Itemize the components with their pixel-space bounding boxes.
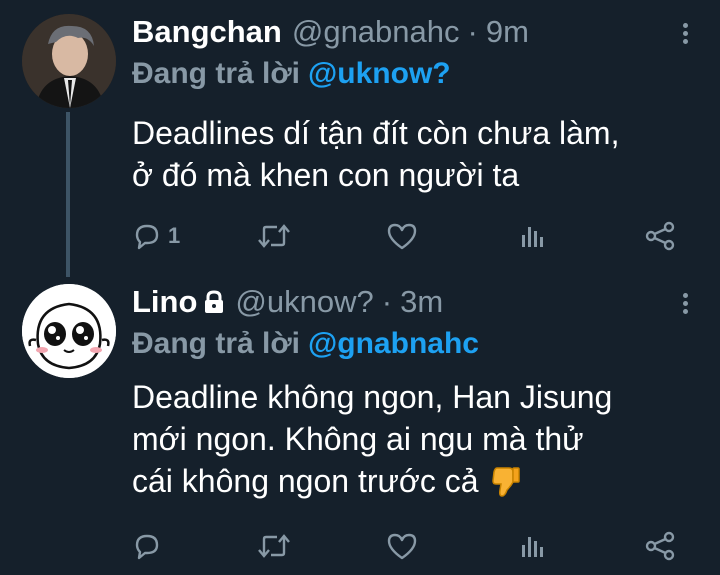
share-button[interactable] [644,218,676,254]
tweet-bangchan[interactable]: Bangchan @gnabnahc · 9m Đang trả lời @ukn… [0,0,720,270]
avatar[interactable] [22,284,116,378]
reply-icon [135,224,159,250]
mention-link[interactable]: @gnabnahc [308,327,479,360]
retweet-icon [258,534,290,558]
user-handle[interactable]: @uknow? [235,284,373,320]
replying-to-label: Đang trả lời [132,327,301,360]
action-bar [132,528,692,564]
like-icon [387,223,417,250]
like-button[interactable] [386,528,418,564]
reply-button[interactable] [132,528,168,564]
tweet-text-line: Deadline không ngon, Han Jisung [132,379,613,415]
replying-to: Đang trả lời @gnabnahc [132,327,479,361]
replying-to-label: Đang trả lời [132,57,301,90]
analytics-button[interactable] [517,528,547,564]
share-icon [645,221,675,251]
tweet-lino[interactable]: Lino @uknow? · 3m Đang trả lời @gnabnahc … [0,270,720,575]
analytics-icon [522,227,543,247]
timestamp[interactable]: 9m [486,14,529,50]
analytics-icon [522,537,543,557]
timestamp[interactable]: 3m [400,284,443,320]
reply-count: 1 [168,223,181,248]
avatar-photo [22,14,116,108]
retweet-icon [258,224,290,248]
share-icon [645,531,675,561]
like-button[interactable] [386,218,418,254]
tweet-text-line: mới ngon. Không ai ngu mà thử [132,421,584,457]
separator-dot: · [381,284,393,319]
tweet-header: Bangchan @gnabnahc · 9m [132,14,529,56]
replying-to: Đang trả lời @uknow? [132,57,451,91]
reply-icon [135,534,159,560]
lock-icon [203,286,225,322]
tweet-text-fragment: cái không ngon trước cả [132,463,479,499]
avatar[interactable] [22,14,116,108]
tweet-text: Deadline không ngon, Han Jisung mới ngon… [132,376,702,508]
share-button[interactable] [644,528,676,564]
thumbs-down-icon [491,464,521,508]
user-handle[interactable]: @gnabnahc [292,14,460,50]
tweet-header: Lino @uknow? · 3m [132,284,443,326]
more-icon[interactable] [680,20,690,48]
reply-button[interactable]: 1 [132,218,180,254]
separator-dot: · [467,14,478,49]
display-name[interactable]: Bangchan [132,14,282,50]
retweet-button[interactable] [257,528,291,564]
tweet-text-line-last: cái không ngon trước cả [132,460,702,508]
retweet-button[interactable] [257,218,291,254]
tweet-text: Deadlines dí tận đít còn chưa làm, ở đó … [132,112,702,196]
action-bar: 1 [132,218,692,254]
tweet-text-line: ở đó mà khen con người ta [132,157,520,193]
mention-link[interactable]: @uknow? [308,57,451,90]
tweet-text-line: Deadlines dí tận đít còn chưa làm, [132,115,620,151]
like-icon [387,533,417,560]
display-name[interactable]: Lino [132,284,197,320]
analytics-button[interactable] [517,218,547,254]
more-icon[interactable] [680,290,690,318]
avatar-drawing [22,284,116,378]
